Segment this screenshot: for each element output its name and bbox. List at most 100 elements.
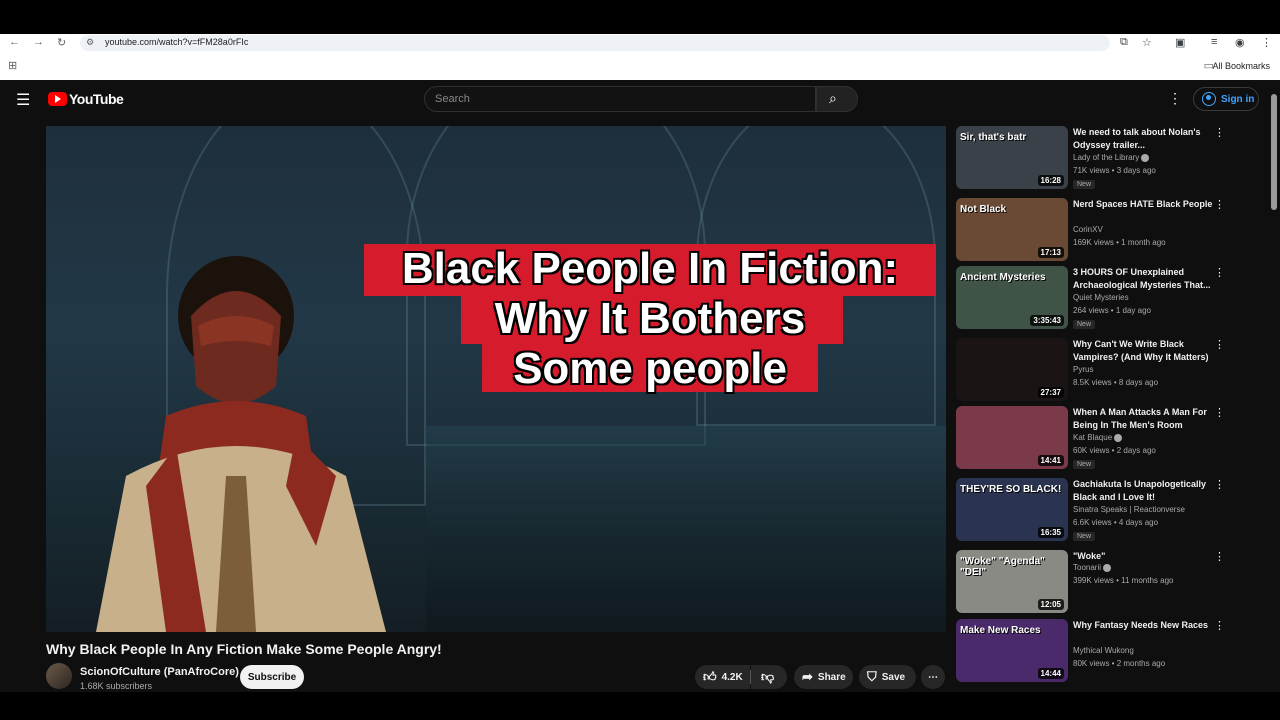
recommendation-title[interactable]: Why Can't We Write Black Vampires? (And … <box>1073 338 1213 364</box>
recommendation-card[interactable]: 14:41 When A Man Attacks A Man For Being … <box>956 404 1226 472</box>
new-badge: New <box>1073 532 1096 541</box>
reload-icon[interactable]: ↻ <box>57 36 66 49</box>
recommendation-menu-icon[interactable]: ⋮ <box>1214 406 1225 419</box>
recommendation-channel-name: Toonarii <box>1073 563 1102 572</box>
new-badge: New <box>1073 180 1096 189</box>
video-thumbnail[interactable]: 27:37 <box>956 338 1068 401</box>
video-thumbnail[interactable]: Ancient Mysteries 3:35:43 <box>956 266 1068 329</box>
recommendation-channel[interactable]: Pyrus <box>1073 365 1093 374</box>
browser-menu-icon[interactable]: ⋮ <box>1261 36 1272 49</box>
recommendation-menu-icon[interactable]: ⋮ <box>1214 619 1225 632</box>
video-duration: 27:37 <box>1037 387 1064 398</box>
all-bookmarks-link[interactable]: All Bookmarks <box>1212 61 1270 71</box>
more-actions-button[interactable]: ⋯ <box>921 665 945 689</box>
recommendation-channel-name: Pyrus <box>1073 365 1094 374</box>
video-title: Why Black People In Any Fiction Make Som… <box>46 641 442 657</box>
video-duration: 14:44 <box>1037 668 1064 679</box>
title-card-line-1: Black People In Fiction: <box>401 244 899 293</box>
recommendation-title[interactable]: We need to talk about Nolan's Odyssey tr… <box>1073 126 1213 152</box>
scrollbar-thumb[interactable] <box>1271 94 1277 210</box>
dislike-button[interactable]: 👎︎ <box>751 665 787 689</box>
recommendation-channel-name: Lady of the Library <box>1073 153 1140 162</box>
video-thumbnail[interactable]: Sir, that's batr 16:28 <box>956 126 1068 189</box>
recommendation-menu-icon[interactable]: ⋮ <box>1214 266 1225 279</box>
youtube-page: ☰ YouTube Search ⌕ ⋮ Sign in Black Peopl… <box>0 80 1280 692</box>
search-input[interactable]: Search <box>424 86 816 112</box>
recommendation-channel-name: Mythical Wukong <box>1073 646 1134 655</box>
recommendation-card[interactable]: 27:37 Why Can't We Write Black Vampires? … <box>956 336 1226 404</box>
menu-icon[interactable]: ☰ <box>16 90 30 110</box>
video-thumbnail[interactable]: Not Black 17:13 <box>956 198 1068 261</box>
recommendation-title[interactable]: "Woke" <box>1073 550 1213 563</box>
video-thumbnail[interactable]: 14:41 <box>956 406 1068 469</box>
more-icon: ⋯ <box>928 671 938 683</box>
install-app-icon[interactable]: ⧉ <box>1120 36 1128 49</box>
recommendation-meta: 71K views • 3 days ago <box>1073 166 1156 175</box>
recommendation-channel[interactable]: Mythical Wukong <box>1073 646 1134 655</box>
url-text[interactable]: youtube.com/watch?v=fFM28a0rFIc <box>105 37 248 47</box>
tab-search-icon[interactable]: ▣ <box>1175 36 1185 49</box>
video-duration: 12:05 <box>1037 599 1064 610</box>
recommendation-channel[interactable]: Sinatra Speaks | Reactionverse <box>1073 505 1185 514</box>
forward-icon[interactable]: → <box>33 36 44 48</box>
back-icon[interactable]: ← <box>9 36 20 48</box>
recommendation-title[interactable]: Gachiakuta Is Unapologetically Black and… <box>1073 478 1213 504</box>
recommendation-channel[interactable]: Kat Blaque <box>1073 433 1123 442</box>
recommendation-menu-icon[interactable]: ⋮ <box>1214 478 1225 491</box>
recommendation-channel[interactable]: Toonarii <box>1073 563 1112 572</box>
page-scrollbar[interactable] <box>1268 80 1280 692</box>
recommendation-channel-name: Quiet Mysteries <box>1073 293 1129 302</box>
recommendation-title[interactable]: When A Man Attacks A Man For Being In Th… <box>1073 406 1213 432</box>
title-card-line-2: Why It Bothers <box>494 294 806 343</box>
share-button[interactable]: ➦ Share <box>794 665 853 689</box>
video-player[interactable]: Black People In Fiction: Why It Bothers … <box>46 126 946 632</box>
youtube-logo[interactable]: YouTube <box>48 91 124 107</box>
recommendation-meta: 264 views • 1 day ago <box>1073 306 1151 315</box>
recommendation-meta: 8.5K views • 8 days ago <box>1073 378 1159 387</box>
recommendation-menu-icon[interactable]: ⋮ <box>1214 126 1225 139</box>
recommendation-meta: 80K views • 2 months ago <box>1073 659 1166 668</box>
recommendation-card[interactable]: THEY'RE SO BLACK! 16:35 Gachiakuta Is Unap… <box>956 476 1226 544</box>
title-card: Black People In Fiction: Why It Bothers … <box>364 244 936 394</box>
recommendation-card[interactable]: Sir, that's batr 16:28 We need to talk abo… <box>956 124 1226 192</box>
recommendation-channel-name: CorinXV <box>1073 225 1103 234</box>
video-thumbnail[interactable]: "Woke" "Agenda" "DEI" 12:05 <box>956 550 1068 613</box>
channel-name[interactable]: ScionOfCulture (PanAfroCore) <box>80 666 239 678</box>
recommendation-meta: 169K views • 1 month ago <box>1073 238 1166 247</box>
channel-avatar[interactable] <box>46 663 72 689</box>
sign-in-button[interactable]: Sign in <box>1193 87 1259 111</box>
media-control-icon[interactable]: ≡ <box>1211 36 1217 48</box>
site-info-icon[interactable]: ⚙ <box>86 37 94 48</box>
recommendation-channel[interactable]: Lady of the Library <box>1073 153 1150 162</box>
browser-chrome: ← → ↻ ⚙ youtube.com/watch?v=fFM28a0rFIc … <box>0 34 1280 80</box>
recommendation-card[interactable]: Ancient Mysteries 3:35:43 3 HOURS OF Unexp… <box>956 264 1226 332</box>
like-button[interactable]: 👍︎ 4.2K <box>695 665 750 689</box>
recommendation-card[interactable]: "Woke" "Agenda" "DEI" 12:05 "Woke" Toonarii… <box>956 548 1226 616</box>
profile-icon[interactable]: ◉ <box>1235 36 1245 49</box>
subscribe-button[interactable]: Subscribe <box>240 665 304 689</box>
recommendation-channel[interactable]: Quiet Mysteries <box>1073 293 1129 302</box>
recommendation-card[interactable]: Make New Races 14:44 Why Fantasy Needs New… <box>956 617 1226 685</box>
recommendation-title[interactable]: Nerd Spaces HATE Black People <box>1073 198 1213 211</box>
recommendation-menu-icon[interactable]: ⋮ <box>1214 550 1225 563</box>
video-thumbnail[interactable]: THEY'RE SO BLACK! 16:35 <box>956 478 1068 541</box>
recommendation-menu-icon[interactable]: ⋮ <box>1214 198 1225 211</box>
recommendation-channel[interactable]: CorinXV <box>1073 225 1103 234</box>
recommendation-card[interactable]: Not Black 17:13 Nerd Spaces HATE Black Peo… <box>956 196 1226 264</box>
search-button[interactable]: ⌕ <box>816 86 858 112</box>
settings-menu-icon[interactable]: ⋮ <box>1168 90 1182 107</box>
sign-in-label: Sign in <box>1221 93 1255 105</box>
recommendation-channel-name: Kat Blaque <box>1073 433 1113 442</box>
save-button[interactable]: ⛉ Save <box>859 665 916 689</box>
recommendation-meta: 6.6K views • 4 days ago <box>1073 518 1159 527</box>
thumbnail-text: THEY'RE SO BLACK! <box>960 484 1062 495</box>
recommendation-title[interactable]: Why Fantasy Needs New Races <box>1073 619 1213 632</box>
video-duration: 16:35 <box>1037 527 1064 538</box>
address-row: ← → ↻ ⚙ youtube.com/watch?v=fFM28a0rFIc … <box>0 34 1280 52</box>
recommendation-title[interactable]: 3 HOURS OF Unexplained Archaeological My… <box>1073 266 1213 292</box>
recommendation-menu-icon[interactable]: ⋮ <box>1214 338 1225 351</box>
apps-grid-icon[interactable]: ⊞ <box>8 59 17 72</box>
thumbnail-text: Not Black <box>960 204 1007 215</box>
video-thumbnail[interactable]: Make New Races 14:44 <box>956 619 1068 682</box>
bookmark-star-icon[interactable]: ☆ <box>1142 36 1152 49</box>
